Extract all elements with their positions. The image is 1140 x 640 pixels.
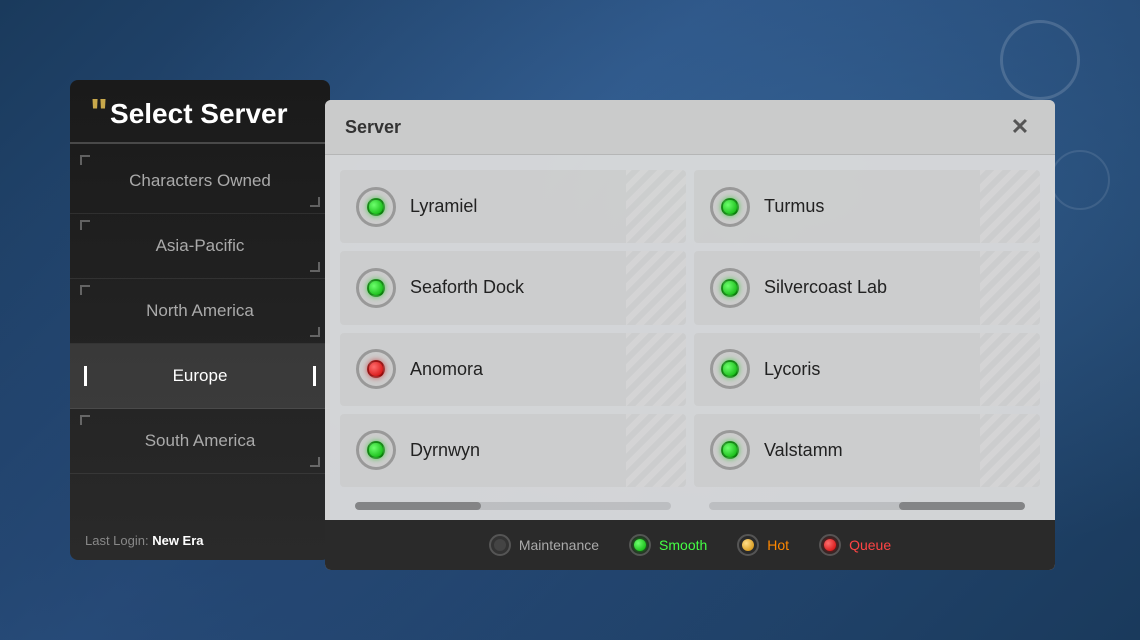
server-status-ring — [710, 268, 750, 308]
dialog-title: Server — [345, 117, 401, 138]
bracket-br — [310, 457, 320, 467]
server-status-ring — [356, 430, 396, 470]
queue-dot — [824, 539, 836, 551]
bracket-tl — [80, 415, 90, 425]
server-name: Lycoris — [764, 359, 820, 380]
smooth-label: Smooth — [659, 537, 707, 553]
panel-title-text: Select Server — [110, 98, 287, 130]
server-status-ring — [356, 187, 396, 227]
server-item-lycoris[interactable]: Lycoris — [694, 333, 1040, 406]
queue-icon — [819, 534, 841, 556]
sidebar-item-asia-pacific[interactable]: Asia-Pacific — [70, 214, 330, 279]
maintenance-label: Maintenance — [519, 537, 599, 553]
hot-icon — [737, 534, 759, 556]
bracket-tl — [80, 220, 90, 230]
bracket-tl — [80, 285, 90, 295]
close-button[interactable] — [1005, 112, 1035, 142]
select-server-title: " Select Server — [90, 98, 310, 132]
server-item-dyrnwyn[interactable]: Dyrnwyn — [340, 414, 686, 487]
queue-label: Queue — [849, 537, 891, 553]
bracket-br — [310, 197, 320, 207]
deco-circle-2 — [1050, 150, 1110, 210]
left-panel: " Select Server Characters Owned Asia-Pa… — [70, 80, 330, 560]
server-status-dot — [367, 279, 385, 297]
status-item-smooth: Smooth — [629, 534, 707, 556]
menu-item-label: Europe — [173, 366, 228, 385]
bracket-tl — [80, 155, 90, 165]
smooth-dot — [634, 539, 646, 551]
dialog-header: Server — [325, 100, 1055, 155]
server-status-ring — [710, 349, 750, 389]
maintenance-dot — [494, 539, 506, 551]
server-status-ring — [710, 430, 750, 470]
server-status-dot — [367, 441, 385, 459]
scroll-bar-right[interactable] — [709, 502, 1025, 510]
menu-item-label: North America — [146, 301, 254, 320]
sidebar-item-characters-owned[interactable]: Characters Owned — [70, 149, 330, 214]
server-status-ring — [356, 268, 396, 308]
server-item-valstamm[interactable]: Valstamm — [694, 414, 1040, 487]
scroll-thumb — [355, 502, 481, 510]
status-item-maintenance: Maintenance — [489, 534, 599, 556]
server-item-turmus[interactable]: Turmus — [694, 170, 1040, 243]
quote-mark: " — [90, 94, 108, 132]
menu-item-label: Asia-Pacific — [156, 236, 245, 255]
server-dialog: Server Lyramiel Turmus Seaforth Dock — [325, 100, 1055, 570]
status-item-hot: Hot — [737, 534, 789, 556]
server-item-seaforth-dock[interactable]: Seaforth Dock — [340, 251, 686, 324]
server-status-ring — [710, 187, 750, 227]
menu-item-label: Characters Owned — [129, 171, 271, 190]
scroll-thumb — [899, 502, 1025, 510]
deco-circle-1 — [1000, 20, 1080, 100]
server-name: Seaforth Dock — [410, 277, 524, 298]
server-item-lyramiel[interactable]: Lyramiel — [340, 170, 686, 243]
bracket-br — [310, 262, 320, 272]
menu-item-label: South America — [145, 431, 256, 450]
server-status-dot — [721, 198, 739, 216]
scroll-bar-left[interactable] — [355, 502, 671, 510]
server-status-dot — [721, 279, 739, 297]
server-grid: Lyramiel Turmus Seaforth Dock Silvercoas… — [325, 155, 1055, 502]
bracket-br — [310, 327, 320, 337]
server-name: Silvercoast Lab — [764, 277, 887, 298]
server-name: Valstamm — [764, 440, 843, 461]
hot-label: Hot — [767, 537, 789, 553]
smooth-icon — [629, 534, 651, 556]
status-item-queue: Queue — [819, 534, 891, 556]
last-login: Last Login: New Era — [85, 533, 204, 548]
status-bar: Maintenance Smooth Hot Queue — [325, 520, 1055, 570]
server-name: Turmus — [764, 196, 824, 217]
server-name: Anomora — [410, 359, 483, 380]
server-status-dot — [721, 441, 739, 459]
server-name: Dyrnwyn — [410, 440, 480, 461]
panel-header: " Select Server — [70, 80, 330, 144]
menu-items: Characters Owned Asia-Pacific North Amer… — [70, 149, 330, 474]
server-status-dot — [721, 360, 739, 378]
server-status-dot — [367, 198, 385, 216]
server-item-anomora[interactable]: Anomora — [340, 333, 686, 406]
sidebar-item-north-america[interactable]: North America — [70, 279, 330, 344]
server-status-ring — [356, 349, 396, 389]
server-item-silvercoast-lab[interactable]: Silvercoast Lab — [694, 251, 1040, 324]
maintenance-icon — [489, 534, 511, 556]
server-status-dot — [367, 360, 385, 378]
sidebar-item-europe[interactable]: Europe — [70, 344, 330, 409]
hot-dot — [742, 539, 754, 551]
server-name: Lyramiel — [410, 196, 477, 217]
sidebar-item-south-america[interactable]: South America — [70, 409, 330, 474]
